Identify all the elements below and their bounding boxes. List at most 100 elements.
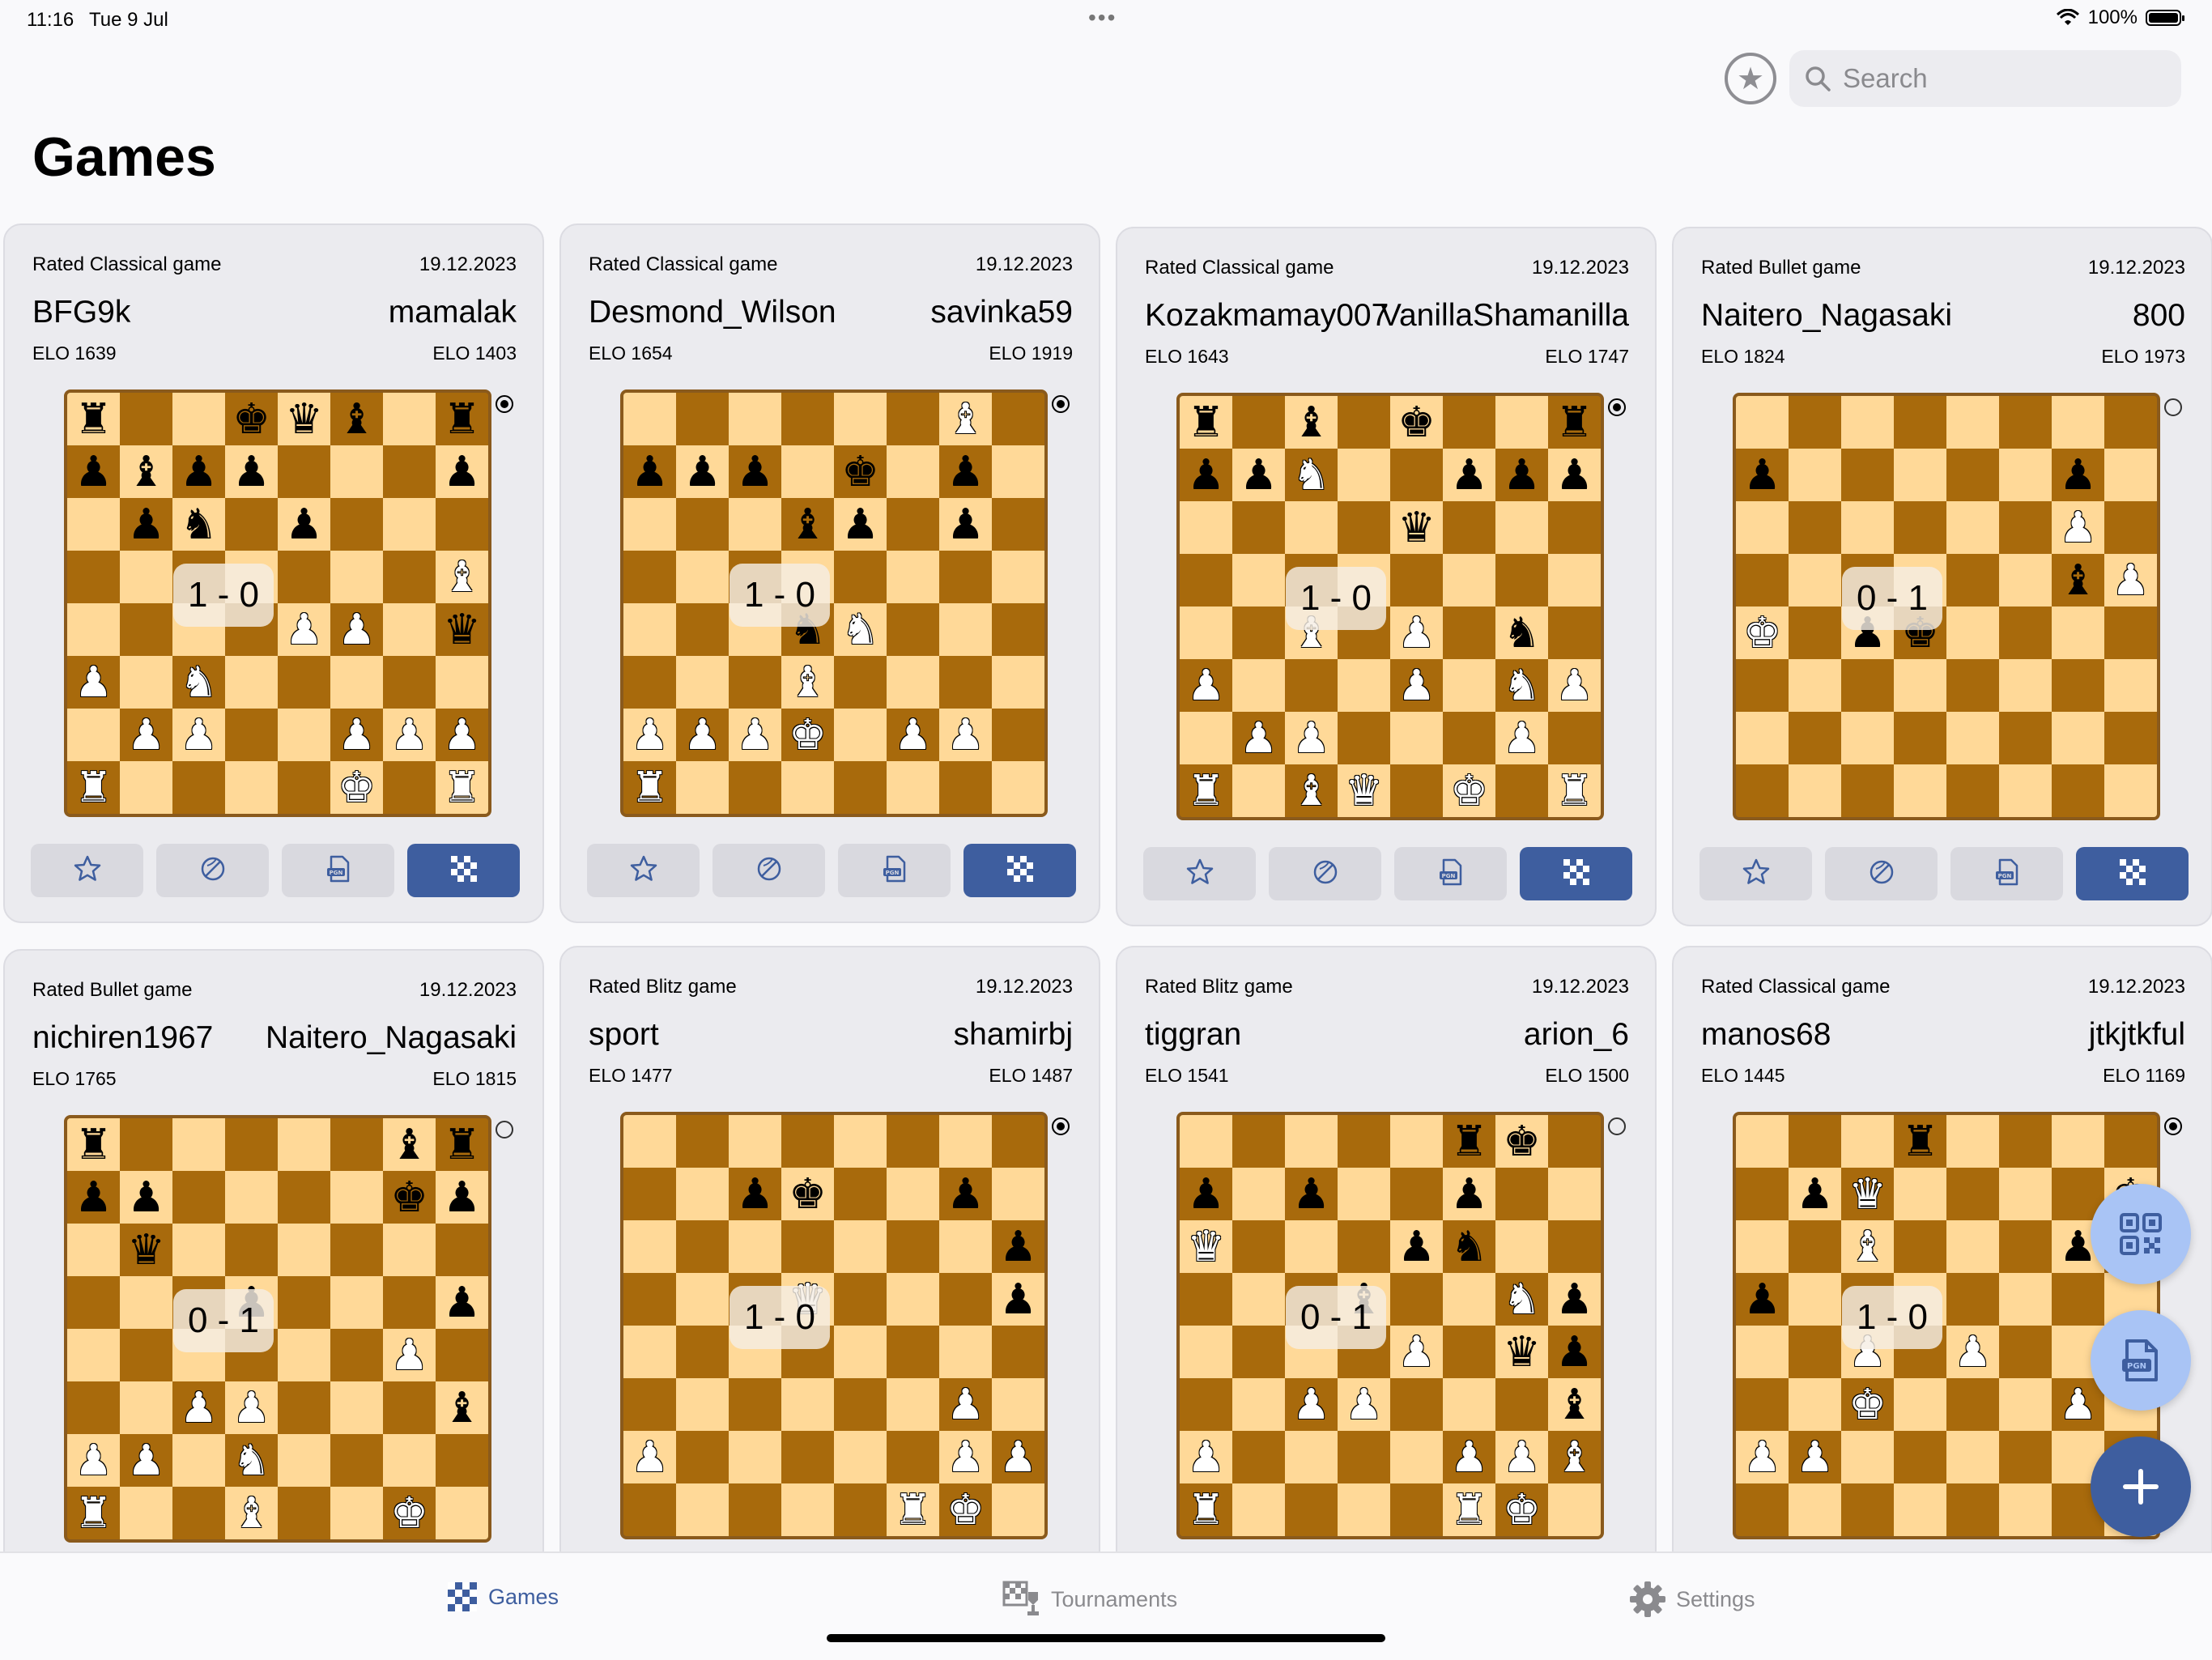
- board-square[interactable]: [67, 1329, 120, 1381]
- board-square[interactable]: [887, 393, 939, 445]
- board-square[interactable]: [2052, 712, 2104, 764]
- board-square[interactable]: [623, 1273, 676, 1326]
- board-square[interactable]: [1338, 501, 1390, 554]
- board-square[interactable]: [1946, 1431, 1999, 1483]
- board-square[interactable]: ♜: [67, 393, 120, 445]
- board-square[interactable]: ♚: [1390, 396, 1443, 449]
- board-square[interactable]: ♜: [436, 393, 488, 445]
- board-square[interactable]: [1736, 396, 1789, 449]
- board-square[interactable]: [992, 709, 1044, 761]
- board-square[interactable]: [1390, 1483, 1443, 1536]
- analyze-button[interactable]: [1825, 847, 1938, 900]
- board-square[interactable]: [67, 709, 120, 761]
- board-square[interactable]: [1180, 501, 1232, 554]
- board-square[interactable]: [120, 1487, 172, 1539]
- favorite-button[interactable]: [31, 844, 143, 897]
- board-square[interactable]: [1232, 1483, 1285, 1536]
- board-square[interactable]: [887, 761, 939, 814]
- chess-board[interactable]: ♜♝♜♟♟♚♟♛♟♟♟♟♟♝♟♟♞♜♝♚: [64, 1115, 491, 1543]
- board-square[interactable]: [1789, 396, 1841, 449]
- game-card[interactable]: Rated Blitz game 19.12.2023 tiggran ario…: [1116, 946, 1657, 1645]
- board-square[interactable]: ♚: [834, 445, 887, 498]
- board-square[interactable]: ♟: [2104, 554, 2157, 607]
- board-square[interactable]: [834, 1326, 887, 1378]
- board-square[interactable]: [1232, 1168, 1285, 1220]
- board-square[interactable]: [1736, 1168, 1789, 1220]
- board-square[interactable]: [1789, 449, 1841, 501]
- board-square[interactable]: [992, 1483, 1044, 1536]
- board-square[interactable]: [1894, 659, 1946, 712]
- board-square[interactable]: ♜: [1180, 396, 1232, 449]
- board-square[interactable]: ♜: [1894, 1115, 1946, 1168]
- board-square[interactable]: [225, 1171, 278, 1224]
- board-square[interactable]: [1548, 1220, 1601, 1273]
- board-square[interactable]: [1999, 1378, 2052, 1431]
- board-square[interactable]: [1232, 764, 1285, 817]
- board-square[interactable]: ♝: [1285, 764, 1338, 817]
- board-square[interactable]: [676, 498, 729, 551]
- board-square[interactable]: ♟: [2052, 1378, 2104, 1431]
- board-square[interactable]: ♟: [1548, 659, 1601, 712]
- board-square[interactable]: [1946, 396, 1999, 449]
- board-square[interactable]: [278, 1434, 330, 1487]
- board-square[interactable]: ♟: [225, 1381, 278, 1434]
- board-square[interactable]: ♟: [2052, 501, 2104, 554]
- board-square[interactable]: [623, 551, 676, 603]
- board-square[interactable]: [2052, 659, 2104, 712]
- board-square[interactable]: [383, 1381, 436, 1434]
- board-square[interactable]: ♟: [1180, 1431, 1232, 1483]
- analyze-button[interactable]: [1269, 847, 1381, 900]
- board-square[interactable]: [1338, 712, 1390, 764]
- board-square[interactable]: ♟: [729, 445, 781, 498]
- board-square[interactable]: [623, 1326, 676, 1378]
- board-square[interactable]: ♟: [225, 445, 278, 498]
- board-square[interactable]: ♟: [939, 1378, 992, 1431]
- board-square[interactable]: [1232, 501, 1285, 554]
- board-square[interactable]: [1894, 712, 1946, 764]
- board-square[interactable]: [67, 1224, 120, 1276]
- board-square[interactable]: ♟: [330, 709, 383, 761]
- board-square[interactable]: ♟: [1736, 1273, 1789, 1326]
- board-square[interactable]: ♝: [2052, 554, 2104, 607]
- board-square[interactable]: [1390, 1273, 1443, 1326]
- board-square[interactable]: [1999, 554, 2052, 607]
- board-square[interactable]: [1390, 449, 1443, 501]
- board-square[interactable]: [676, 761, 729, 814]
- board-square[interactable]: [887, 1326, 939, 1378]
- board-square[interactable]: [67, 551, 120, 603]
- board-square[interactable]: [834, 393, 887, 445]
- board-square[interactable]: [225, 761, 278, 814]
- board-square[interactable]: [278, 1118, 330, 1171]
- board-square[interactable]: [383, 551, 436, 603]
- import-pgn-button[interactable]: PGN: [2091, 1310, 2191, 1411]
- game-card[interactable]: Rated Classical game 19.12.2023 manos68 …: [1672, 946, 2212, 1645]
- board-square[interactable]: [623, 393, 676, 445]
- board-square[interactable]: [278, 1224, 330, 1276]
- add-game-button[interactable]: [2091, 1437, 2191, 1537]
- board-square[interactable]: [2104, 396, 2157, 449]
- search-input[interactable]: [1841, 62, 2168, 95]
- board-square[interactable]: [1841, 449, 1894, 501]
- board-square[interactable]: ♟: [278, 603, 330, 656]
- board-square[interactable]: [1999, 501, 2052, 554]
- board-square[interactable]: [172, 1171, 225, 1224]
- board-square[interactable]: [278, 551, 330, 603]
- board-square[interactable]: [1894, 1378, 1946, 1431]
- game-card[interactable]: Rated Classical game 19.12.2023 Kozakmam…: [1116, 227, 1657, 926]
- board-square[interactable]: ♛: [436, 603, 488, 656]
- open-board-button[interactable]: [1520, 847, 1632, 900]
- board-square[interactable]: [1999, 607, 2052, 659]
- board-square[interactable]: [834, 761, 887, 814]
- board-square[interactable]: [1495, 1168, 1548, 1220]
- search-bar[interactable]: [1789, 50, 2181, 107]
- board-square[interactable]: ♜: [887, 1483, 939, 1536]
- board-square[interactable]: [436, 1329, 488, 1381]
- board-square[interactable]: [120, 551, 172, 603]
- board-square[interactable]: [1789, 607, 1841, 659]
- board-square[interactable]: [1443, 659, 1495, 712]
- board-square[interactable]: [1232, 396, 1285, 449]
- board-square[interactable]: [781, 1378, 834, 1431]
- board-square[interactable]: [2052, 1273, 2104, 1326]
- board-square[interactable]: [278, 656, 330, 709]
- board-square[interactable]: [992, 498, 1044, 551]
